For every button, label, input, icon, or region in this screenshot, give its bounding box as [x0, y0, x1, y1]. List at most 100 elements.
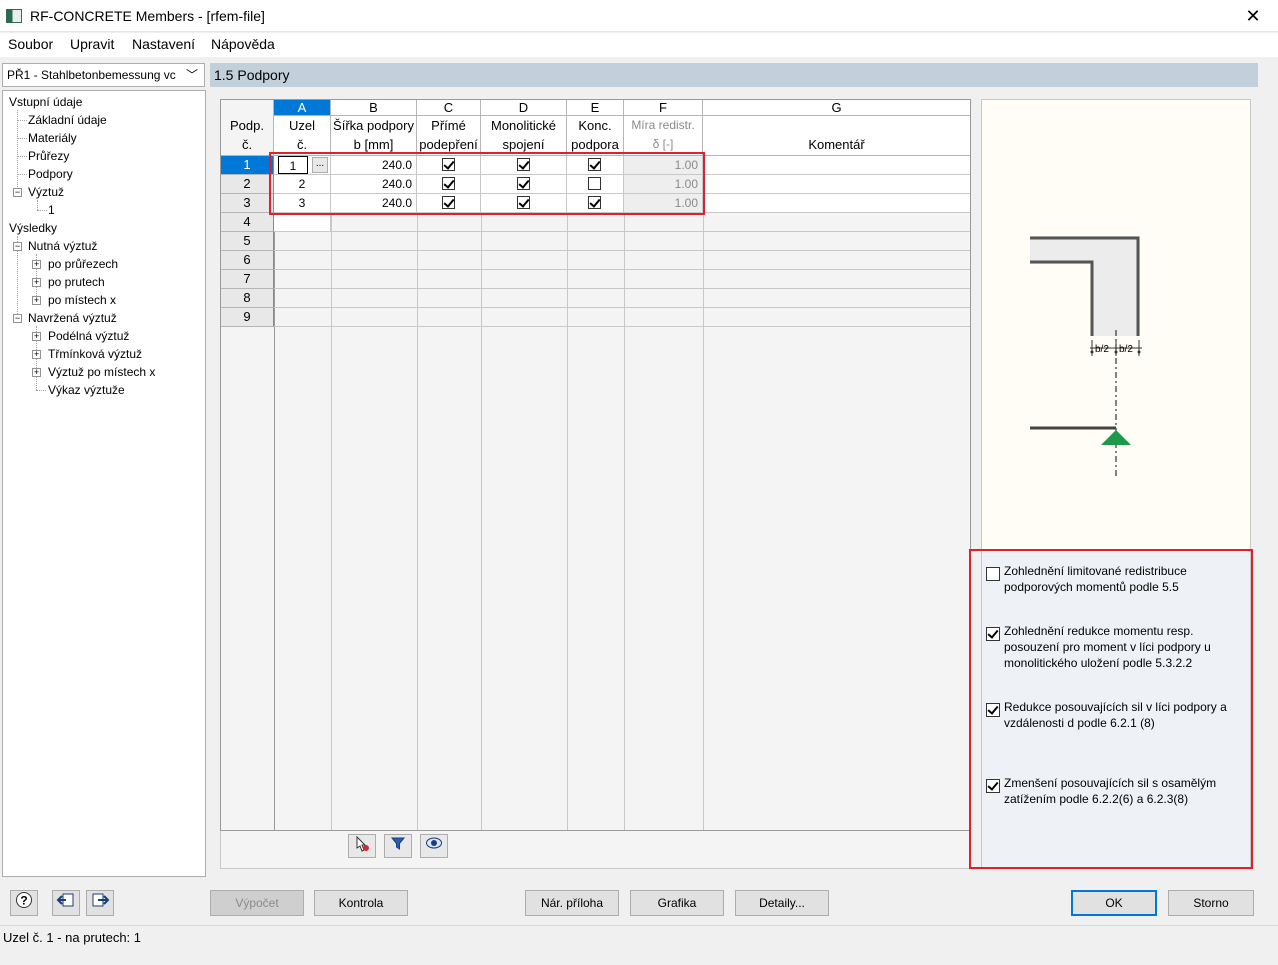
check-button[interactable]: Kontrola: [314, 890, 408, 916]
expand-icon[interactable]: +: [32, 296, 41, 305]
cancel-button[interactable]: Storno: [1168, 890, 1254, 916]
table-cell-monolithic[interactable]: [481, 175, 567, 194]
tree-reinforcement[interactable]: Výztuž: [28, 183, 64, 201]
national-annex-button[interactable]: Nár. příloha: [525, 890, 619, 916]
table-cell-direct[interactable]: [417, 175, 481, 194]
table-toolbar: [220, 831, 971, 869]
row-number[interactable]: 7: [221, 270, 274, 289]
row-number[interactable]: 9: [221, 308, 274, 327]
row-number[interactable]: 4: [221, 213, 274, 232]
table-cell-end-support[interactable]: [567, 156, 624, 175]
end-support-checkbox[interactable]: [588, 177, 601, 190]
tree-supports[interactable]: Podpory: [28, 165, 73, 183]
options-panel: Zohlednění limitované redistribuce podpo…: [982, 551, 1250, 867]
table-cell-end-support[interactable]: [567, 194, 624, 213]
import-icon[interactable]: [52, 890, 80, 916]
column-header-label: č.: [296, 137, 308, 152]
row-number[interactable]: 8: [221, 289, 274, 308]
calculate-button[interactable]: Výpočet: [210, 890, 304, 916]
row-number[interactable]: 6: [221, 251, 274, 270]
table-cell-direct[interactable]: [417, 194, 481, 213]
tree-sections[interactable]: Průřezy: [28, 147, 69, 165]
tree-by-sections[interactable]: po průřezech: [48, 255, 118, 273]
collapse-icon[interactable]: −: [13, 242, 22, 251]
select-node-button[interactable]: ...: [312, 157, 328, 173]
expand-icon[interactable]: +: [32, 350, 41, 359]
column-letter-c[interactable]: C: [417, 100, 481, 116]
close-button[interactable]: ✕: [1242, 5, 1264, 27]
option-checkbox[interactable]: [986, 567, 1000, 581]
table-cell-node[interactable]: [274, 213, 331, 232]
menu-upravit[interactable]: Upravit: [70, 36, 114, 52]
direct-support-checkbox[interactable]: [442, 177, 455, 190]
option-checkbox[interactable]: [986, 779, 1000, 793]
graphics-button[interactable]: Grafika: [630, 890, 724, 916]
row-number[interactable]: 1: [221, 156, 274, 175]
table-cell-node[interactable]: 1 ...: [274, 156, 331, 175]
table-cell-width[interactable]: 240.0: [331, 175, 417, 194]
monolithic-checkbox[interactable]: [517, 196, 530, 209]
column-header-end-support: Konc. podpora: [567, 116, 624, 156]
tree-results-root[interactable]: Výsledky: [9, 219, 57, 237]
option-checkbox[interactable]: [986, 703, 1000, 717]
tree-input-root[interactable]: Vstupní údaje: [9, 93, 82, 111]
end-support-checkbox[interactable]: [588, 196, 601, 209]
tree-required-reinforcement[interactable]: Nutná výztuž: [28, 237, 97, 255]
column-letter-a[interactable]: A: [274, 100, 331, 116]
tree-by-members[interactable]: po prutech: [48, 273, 105, 291]
column-header-comment: Komentář: [703, 116, 970, 156]
column-letter-d[interactable]: D: [481, 100, 567, 116]
expand-icon[interactable]: +: [32, 332, 41, 341]
node-input[interactable]: 1: [278, 156, 308, 174]
row-number[interactable]: 3: [221, 194, 274, 213]
row-number[interactable]: 5: [221, 232, 274, 251]
collapse-icon[interactable]: −: [13, 314, 22, 323]
table-cell-end-support[interactable]: [567, 175, 624, 194]
ok-button[interactable]: OK: [1071, 890, 1157, 916]
menu-napoveda[interactable]: Nápověda: [211, 36, 275, 52]
column-letter-g[interactable]: G: [703, 100, 970, 116]
tree-by-location[interactable]: po místech x: [48, 291, 116, 309]
filter-icon[interactable]: [384, 834, 412, 858]
collapse-icon[interactable]: −: [13, 188, 22, 197]
view-icon[interactable]: [420, 834, 448, 858]
option-checkbox[interactable]: [986, 627, 1000, 641]
monolithic-checkbox[interactable]: [517, 158, 530, 171]
expand-icon[interactable]: +: [32, 260, 41, 269]
table-cell-comment[interactable]: [703, 194, 970, 213]
expand-icon[interactable]: +: [32, 368, 41, 377]
expand-icon[interactable]: +: [32, 278, 41, 287]
row-number[interactable]: 2: [221, 175, 274, 194]
help-icon[interactable]: ?: [10, 890, 38, 916]
tree-longitudinal[interactable]: Podélná výztuž: [48, 327, 129, 345]
direct-support-checkbox[interactable]: [442, 158, 455, 171]
tree-provided-reinforcement[interactable]: Navržená výztuž: [28, 309, 117, 327]
table-cell-width[interactable]: 240.0: [331, 194, 417, 213]
table-cell-comment[interactable]: [703, 156, 970, 175]
case-select[interactable]: PŘ1 - Stahlbetonbemessung vc ﹀: [2, 63, 205, 87]
menu-soubor[interactable]: Soubor: [8, 36, 53, 52]
pick-node-icon[interactable]: [348, 834, 376, 858]
monolithic-checkbox[interactable]: [517, 177, 530, 190]
table-cell-width[interactable]: 240.0: [331, 156, 417, 175]
tree-basic-data[interactable]: Základní údaje: [28, 111, 107, 129]
tree-schedule[interactable]: Výkaz výztuže: [48, 381, 125, 399]
column-letter-e[interactable]: E: [567, 100, 624, 116]
column-letter-b[interactable]: B: [331, 100, 417, 116]
table-cell-node[interactable]: 2: [274, 175, 331, 194]
table-cell-monolithic[interactable]: [481, 194, 567, 213]
tree-reinforcement-1[interactable]: 1: [48, 201, 55, 219]
menu-nastaveni[interactable]: Nastavení: [132, 36, 195, 52]
table-cell-direct[interactable]: [417, 156, 481, 175]
column-letter-f[interactable]: F: [624, 100, 703, 116]
tree-materials[interactable]: Materiály: [28, 129, 77, 147]
export-icon[interactable]: [86, 890, 114, 916]
table-cell-comment[interactable]: [703, 175, 970, 194]
details-button[interactable]: Detaily...: [735, 890, 829, 916]
tree-reinf-by-location[interactable]: Výztuž po místech x: [48, 363, 155, 381]
tree-stirrup[interactable]: Třmínková výztuž: [48, 345, 142, 363]
table-cell-monolithic[interactable]: [481, 156, 567, 175]
end-support-checkbox[interactable]: [588, 158, 601, 171]
table-cell-node[interactable]: 3: [274, 194, 331, 213]
direct-support-checkbox[interactable]: [442, 196, 455, 209]
